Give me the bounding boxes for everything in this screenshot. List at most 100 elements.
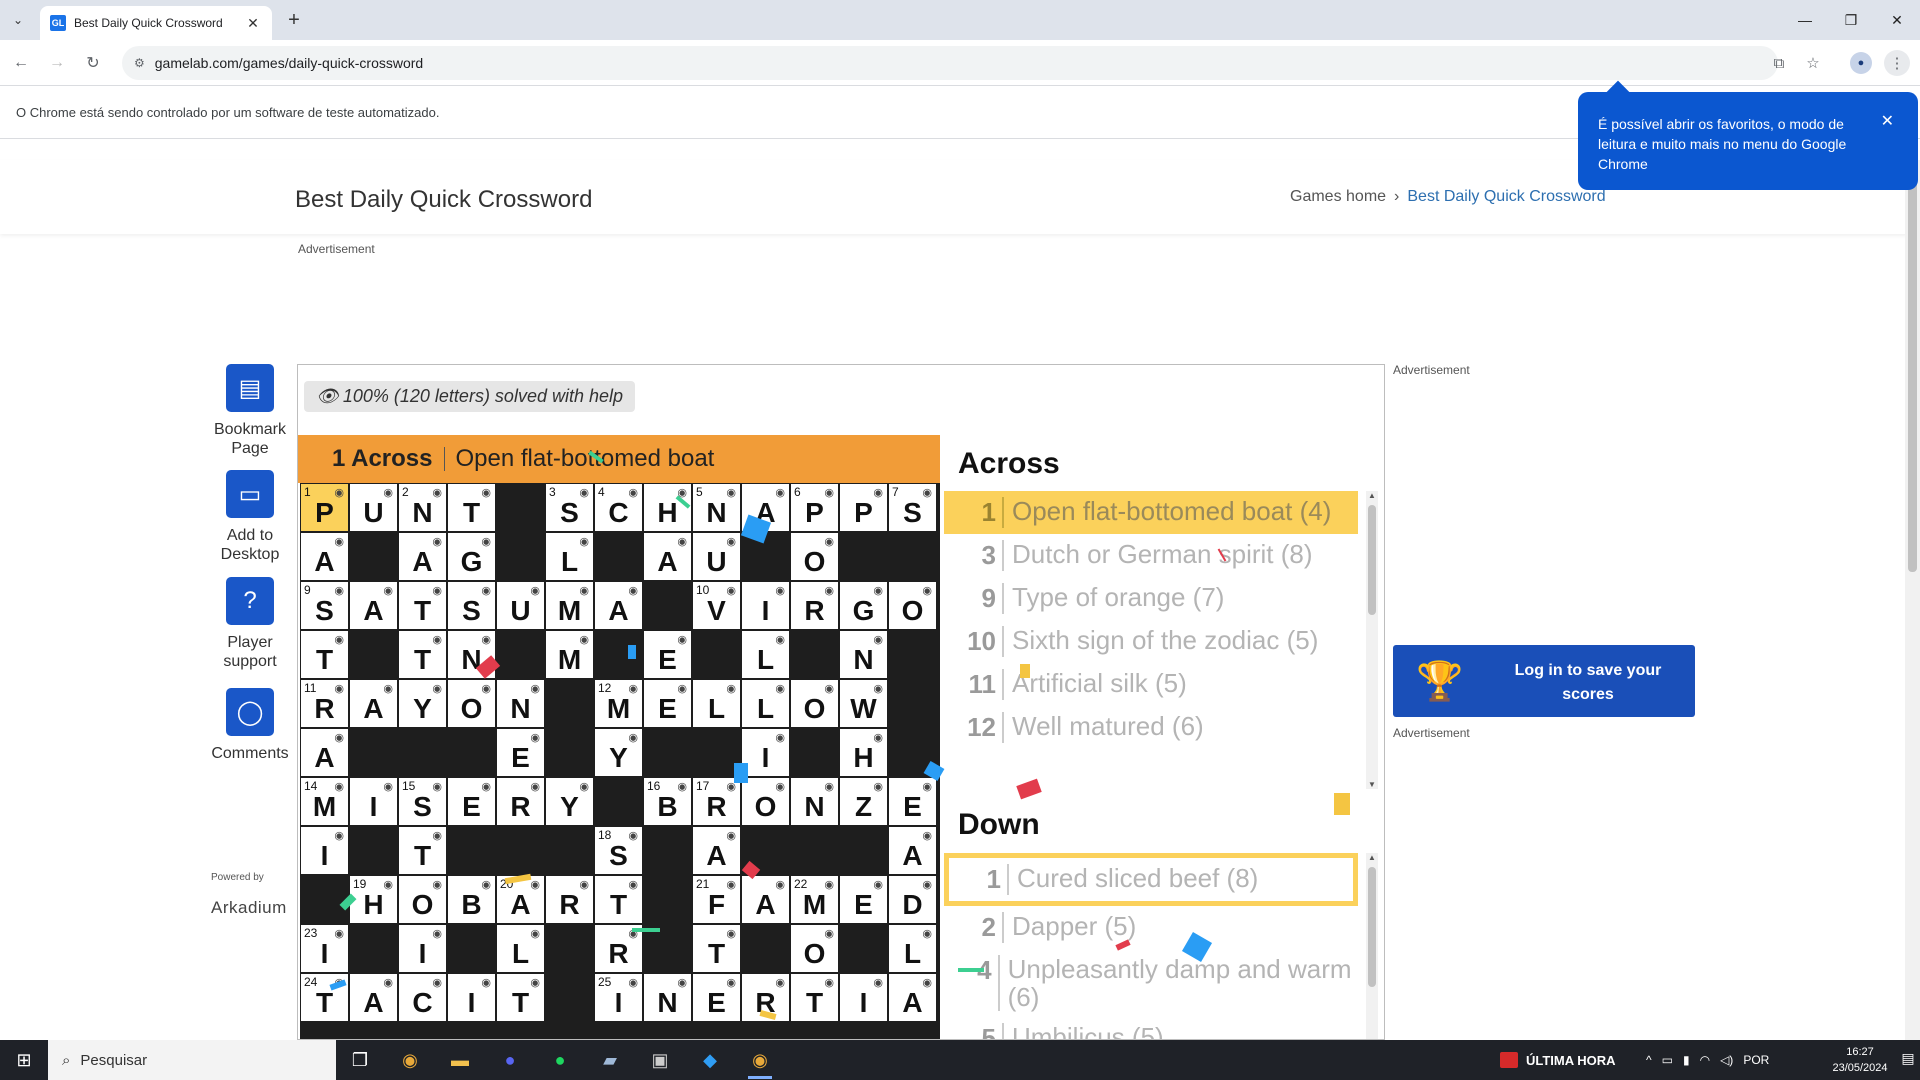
clock[interactable]: 16:27 23/05/2024 [1824,1044,1896,1076]
grid-cell[interactable]: 6 ◉ P [791,484,838,531]
grid-cell[interactable]: ◉ L [742,680,789,727]
grid-cell[interactable]: ◉ E [889,778,936,825]
grid-cell[interactable]: ◉ U [497,582,544,629]
grid-cell[interactable]: ◉ T [301,631,348,678]
back-icon[interactable]: ← [8,50,34,76]
grid-cell[interactable]: ◉ H [644,484,691,531]
grid-cell[interactable]: ◉ E [840,876,887,923]
battery-icon[interactable]: ▮ [1683,1053,1690,1067]
profile-icon[interactable]: ● [1848,50,1874,76]
grid-cell[interactable]: ◉ O [742,778,789,825]
breadcrumb-games-home[interactable]: Games home [1290,188,1386,206]
grid-cell[interactable]: ◉ R [497,778,544,825]
grid-cell[interactable]: ◉ L [693,680,740,727]
grid-cell[interactable]: ◉ I [742,729,789,776]
grid-cell[interactable]: ◉ O [399,876,446,923]
grid-cell[interactable]: ◉ A [399,533,446,580]
grid-cell[interactable]: ◉ G [840,582,887,629]
grid-cell[interactable]: ◉ T [497,974,544,1021]
notification-icon[interactable]: ▤ [1898,1050,1918,1070]
terminal-icon[interactable]: ▣ [640,1044,680,1076]
grid-cell[interactable]: ◉ C [399,974,446,1021]
scroll-up-icon[interactable]: ▲ [1366,853,1378,862]
site-info-icon[interactable]: ⚙ [134,56,145,70]
minimize-icon[interactable]: — [1782,0,1828,40]
grid-cell[interactable]: 25 ◉ I [595,974,642,1021]
scroll-up-icon[interactable]: ▲ [1366,491,1378,500]
page-scrollbar[interactable] [1905,160,1920,1040]
grid-cell[interactable]: 1 ◉ P [301,484,348,531]
grid-cell[interactable]: ◉ A [301,729,348,776]
address-bar[interactable]: ⚙ gamelab.com/games/daily-quick-crosswor… [122,46,1778,80]
windows-start-icon[interactable]: ⊞ [0,1040,48,1080]
bookmark-star-icon[interactable]: ☆ [1800,50,1826,76]
grid-cell[interactable]: ◉ L [889,925,936,972]
grid-cell[interactable]: ◉ A [350,680,397,727]
grid-cell[interactable]: ◉ T [399,631,446,678]
grid-cell[interactable]: ◉ R [546,876,593,923]
tray-chevron-icon[interactable]: ^ [1646,1053,1652,1067]
grid-cell[interactable]: ◉ H [840,729,887,776]
grid-cell[interactable]: ◉ O [791,680,838,727]
restore-icon[interactable]: ❐ [1828,0,1874,40]
grid-cell[interactable]: ◉ P [840,484,887,531]
grid-cell[interactable]: 11 ◉ R [301,680,348,727]
grid-cell[interactable]: ◉ E [497,729,544,776]
grid-cell[interactable]: ◉ N [497,680,544,727]
task-view-icon[interactable]: ❐ [340,1044,380,1076]
notepad-icon[interactable]: ▰ [590,1044,630,1076]
grid-cell[interactable]: ◉ A [889,974,936,1021]
down-clue-item[interactable]: 4 Unpleasantly damp and warm (6) [944,949,1358,1017]
grid-cell[interactable]: ◉ R [595,925,642,972]
grid-cell[interactable]: ◉ Y [546,778,593,825]
grid-cell[interactable]: ◉ A [889,827,936,874]
grid-cell[interactable]: 15 ◉ S [399,778,446,825]
grid-cell[interactable]: 18 ◉ S [595,827,642,874]
tab-close-icon[interactable]: ✕ [244,15,262,32]
breadcrumb-current[interactable]: Best Daily Quick Crossword [1407,188,1605,206]
down-clue-item[interactable]: 1 Cured sliced beef (8) [944,853,1358,906]
login-to-save-button[interactable]: 🏆 Log in to save your scores [1393,645,1695,717]
grid-cell[interactable]: ◉ M [546,582,593,629]
news-widget[interactable]: ÚLTIMA HORA [1500,1040,1616,1080]
across-clue-item[interactable]: 9 Type of orange (7) [944,577,1358,620]
grid-cell[interactable]: 14 ◉ M [301,778,348,825]
grid-cell[interactable]: ◉ B [448,876,495,923]
grid-cell[interactable]: ◉ I [301,827,348,874]
grid-cell[interactable]: ◉ T [448,484,495,531]
across-clue-list[interactable]: 1 Open flat-bottomed boat (4) 3 Dutch or Ge… [944,491,1358,789]
spotify-icon[interactable]: ● [540,1044,580,1076]
wifi-icon[interactable]: ◠ [1700,1053,1710,1067]
grid-cell[interactable]: ◉ Y [595,729,642,776]
reload-icon[interactable]: ↻ [80,50,106,76]
grid-cell[interactable]: ◉ T [791,974,838,1021]
tab-search-icon[interactable]: ⌄ [6,8,30,32]
down-clue-item[interactable]: 5 Umbilicus (5) [944,1017,1358,1039]
grid-cell[interactable]: 4 ◉ C [595,484,642,531]
grid-cell[interactable]: 5 ◉ N [693,484,740,531]
grid-cell[interactable]: ◉ D [889,876,936,923]
grid-cell[interactable]: 9 ◉ S [301,582,348,629]
grid-cell[interactable]: ◉ I [399,925,446,972]
across-scroll-thumb[interactable] [1368,505,1376,615]
grid-cell[interactable]: ◉ G [448,533,495,580]
grid-cell[interactable]: ◉ W [840,680,887,727]
crossword-grid[interactable]: 1 ◉ P ◉ U 2 ◉ N ◉ T 3 ◉ S 4 ◉ C ◉ H 5 ◉ N ◉ A 6 ◉ P ◉ P 7 ◉ S ◉ A ◉ A ◉ G ◉ L ◉… [300,483,940,1039]
grid-cell[interactable]: ◉ U [350,484,397,531]
grid-cell[interactable]: ◉ M [546,631,593,678]
new-tab-icon[interactable]: + [282,8,306,32]
install-app-icon[interactable]: ⧉ [1766,50,1792,76]
grid-cell[interactable]: ◉ E [644,680,691,727]
menu-kebab-icon[interactable]: ⋮ [1884,50,1910,76]
grid-cell[interactable]: ◉ I [742,582,789,629]
comments-button[interactable]: ◯ Comments [205,688,295,763]
down-clue-item[interactable]: 2 Dapper (5) [944,906,1358,949]
grid-cell[interactable]: ◉ O [448,680,495,727]
grid-cell[interactable]: 21 ◉ F [693,876,740,923]
grid-cell[interactable]: ◉ L [497,925,544,972]
grid-cell[interactable]: ◉ I [448,974,495,1021]
grid-cell[interactable]: ◉ L [546,533,593,580]
grid-cell[interactable]: ◉ A [350,582,397,629]
discord-icon[interactable]: ● [490,1044,530,1076]
arkadium-logo[interactable]: Arkadium [211,898,287,918]
